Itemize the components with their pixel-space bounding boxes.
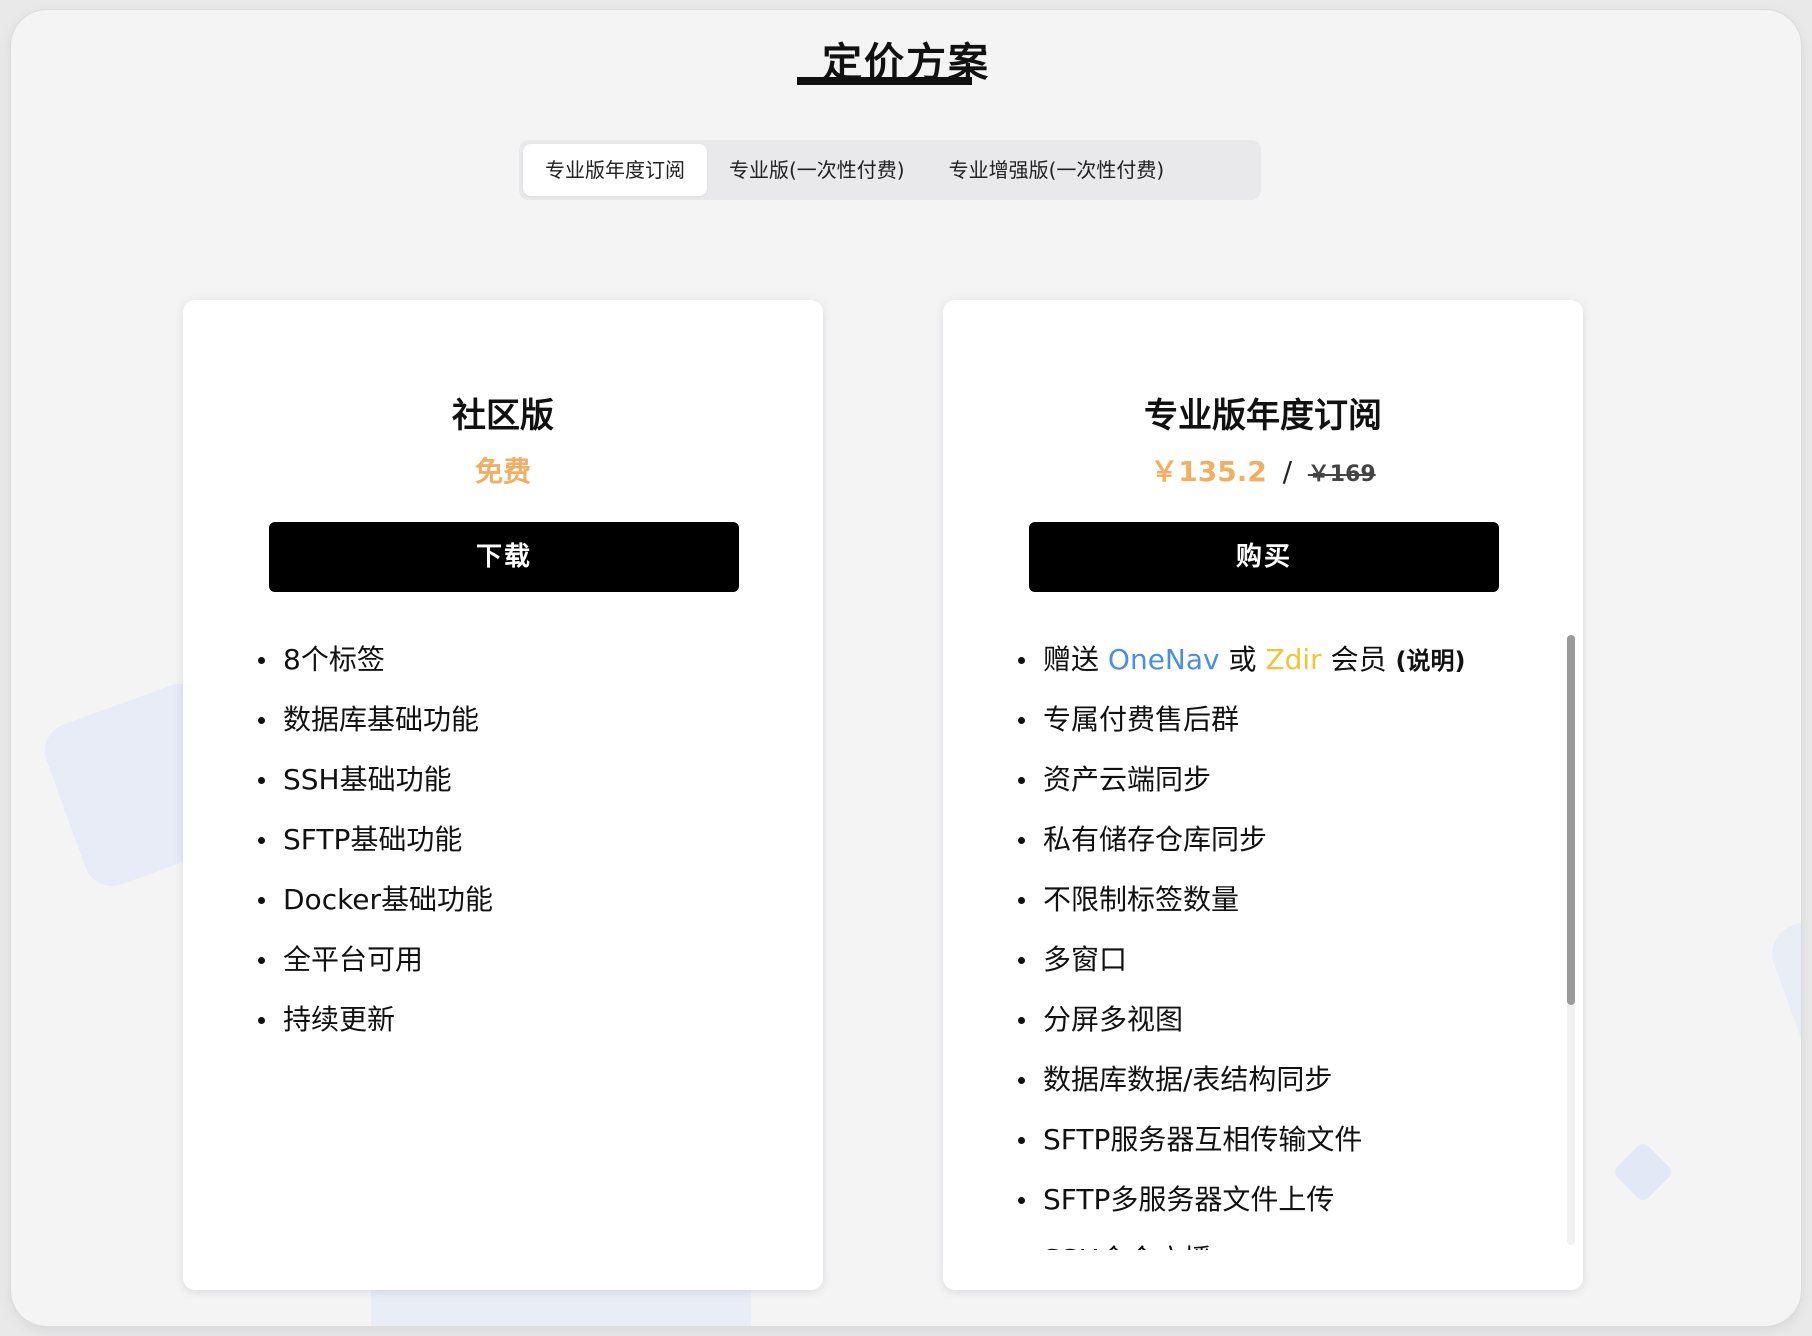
feature-item: 全平台可用 xyxy=(255,930,493,990)
title-underline xyxy=(797,77,972,85)
feature-item: SSH命令广播 xyxy=(1015,1230,1535,1250)
plan-title: 社区版 xyxy=(452,396,554,436)
feature-list: 赠送 OneNav 或 Zdir 会员 (说明) 专属付费售后群 资产云端同步 … xyxy=(1015,630,1535,1250)
gift-or: 或 xyxy=(1228,643,1257,676)
feature-item: SFTP服务器互相传输文件 xyxy=(1015,1110,1535,1170)
zdir-link[interactable]: Zdir xyxy=(1265,643,1321,676)
tab-pro-plus-one-time[interactable]: 专业增强版(一次性付费) xyxy=(927,144,1187,196)
feature-item: 不限制标签数量 xyxy=(1015,870,1535,930)
feature-item: 资产云端同步 xyxy=(1015,750,1535,810)
plan-title: 专业版年度订阅 xyxy=(1144,396,1382,436)
tab-pro-annual[interactable]: 专业版年度订阅 xyxy=(523,144,707,196)
buy-button[interactable]: 购买 xyxy=(1029,522,1499,592)
feature-list: 8个标签 数据库基础功能 SSH基础功能 SFTP基础功能 Docker基础功能… xyxy=(255,630,493,1050)
feature-item-gift: 赠送 OneNav 或 Zdir 会员 (说明) xyxy=(1015,630,1535,690)
download-button[interactable]: 下载 xyxy=(269,522,739,592)
feature-item: SSH基础功能 xyxy=(255,750,493,810)
feature-item: 专属付费售后群 xyxy=(1015,690,1535,750)
scrollbar-track[interactable] xyxy=(1567,635,1575,1245)
pro-plan-card: 专业版年度订阅 ￥135.2 / ￥169 购买 赠送 OneNav 或 Zdi… xyxy=(943,300,1583,1290)
feature-scroll-area[interactable]: 赠送 OneNav 或 Zdir 会员 (说明) 专属付费售后群 资产云端同步 … xyxy=(1015,630,1535,1250)
price-separator: / xyxy=(1282,455,1293,488)
background-shape xyxy=(1611,1140,1675,1204)
onenav-link[interactable]: OneNav xyxy=(1108,643,1220,676)
feature-item: 数据库数据/表结构同步 xyxy=(1015,1050,1535,1110)
plan-price: ￥135.2 / ￥169 xyxy=(943,450,1583,490)
feature-item: Docker基础功能 xyxy=(255,870,493,930)
scrollbar-thumb[interactable] xyxy=(1567,635,1575,1005)
original-price: ￥169 xyxy=(1307,462,1376,487)
feature-item: 多窗口 xyxy=(1015,930,1535,990)
discount-price: ￥135.2 xyxy=(1150,455,1267,488)
pricing-window: 定价方案 专业版年度订阅 专业版(一次性付费) 专业增强版(一次性付费) 社区版… xyxy=(11,10,1801,1326)
feature-item: SFTP多服务器文件上传 xyxy=(1015,1170,1535,1230)
feature-item: 私有储存仓库同步 xyxy=(1015,810,1535,870)
plan-price: 免费 xyxy=(474,455,531,488)
tab-pro-one-time[interactable]: 专业版(一次性付费) xyxy=(707,144,927,196)
explanation-link[interactable]: (说明) xyxy=(1396,647,1466,675)
gift-prefix: 赠送 xyxy=(1043,643,1100,676)
community-plan-card: 社区版 免费 下载 8个标签 数据库基础功能 SSH基础功能 SFTP基础功能 … xyxy=(183,300,823,1290)
gift-suffix: 会员 xyxy=(1330,643,1387,676)
feature-item: 数据库基础功能 xyxy=(255,690,493,750)
feature-item: SFTP基础功能 xyxy=(255,810,493,870)
feature-item: 持续更新 xyxy=(255,990,493,1050)
plan-tabs: 专业版年度订阅 专业版(一次性付费) 专业增强版(一次性付费) xyxy=(519,140,1261,200)
feature-item: 分屏多视图 xyxy=(1015,990,1535,1050)
background-shape xyxy=(1763,894,1801,1106)
feature-item: 8个标签 xyxy=(255,630,493,690)
